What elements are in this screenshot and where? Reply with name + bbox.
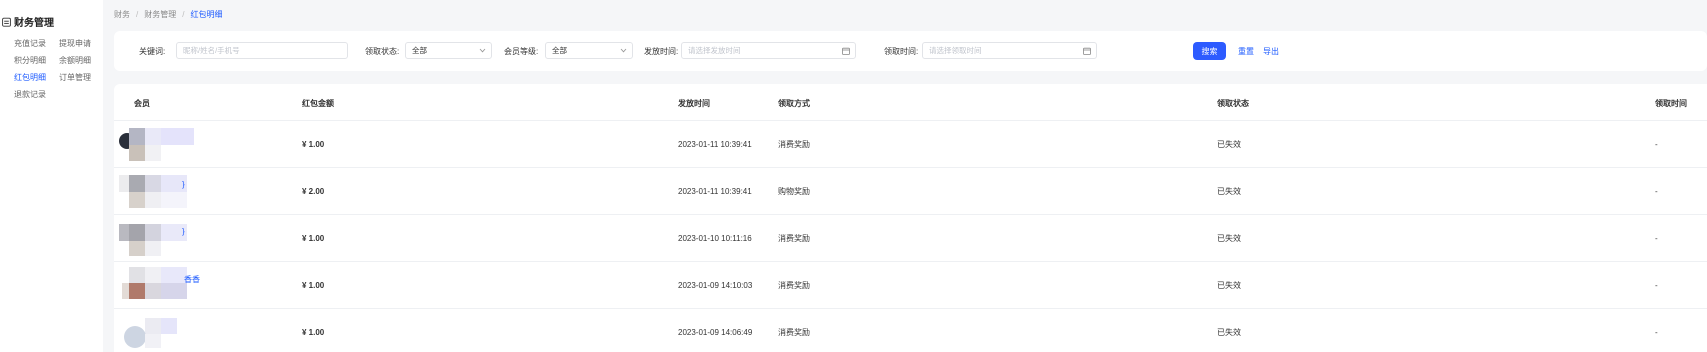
- chevron-down-icon: [479, 48, 486, 53]
- issue-time-picker[interactable]: 请选择发放时间: [681, 42, 856, 59]
- calendar-icon: [1083, 47, 1091, 55]
- breadcrumb: 财务 / 财务管理 / 红包明细: [114, 9, 222, 20]
- breadcrumb-finance[interactable]: 财务: [114, 9, 130, 20]
- issue-time-placeholder: 请选择发放时间: [688, 46, 741, 55]
- member-name[interactable]: }: [182, 180, 185, 189]
- claim-time-picker[interactable]: 请选择领取时间: [922, 42, 1097, 59]
- claim-status-value: 全部: [412, 46, 427, 55]
- claim-status-cell: 已失效: [1217, 328, 1241, 337]
- claim-method-cell: 消费奖励: [778, 234, 810, 243]
- member-level-label: 会员等级:: [504, 47, 539, 56]
- column-header-issue-time: 发放时间: [678, 99, 710, 108]
- claim-status-label: 领取状态:: [365, 47, 400, 56]
- filter-panel: 关键词: 昵称/姓名/手机号 领取状态: 全部 会员等级: 全部 发放时间: 请…: [114, 31, 1707, 71]
- chevron-down-icon: [620, 48, 627, 53]
- table-row: } ¥ 2.00 2023-01-11 10:39:41 购物奖励 已失效 -: [114, 167, 1707, 214]
- sidebar-title-text: 财务管理: [14, 18, 54, 29]
- claim-time-label: 领取时间:: [884, 47, 919, 56]
- member-name[interactable]: 香香: [184, 274, 200, 285]
- amount-cell: ¥ 1.00: [302, 281, 325, 290]
- issue-time-label: 发放时间:: [644, 47, 679, 56]
- claim-time-cell: -: [1655, 234, 1658, 243]
- keyword-placeholder: 昵称/姓名/手机号: [183, 46, 240, 55]
- reset-button[interactable]: 重置: [1238, 46, 1254, 57]
- issue-time-cell: 2023-01-09 14:10:03: [678, 281, 753, 290]
- member-avatar-blurred: [119, 267, 194, 303]
- member-avatar-blurred: [119, 220, 194, 256]
- keyword-input[interactable]: 昵称/姓名/手机号: [176, 42, 348, 59]
- claim-time-cell: -: [1655, 187, 1658, 196]
- amount-cell: ¥ 1.00: [302, 234, 325, 243]
- breadcrumb-separator: /: [136, 10, 139, 19]
- column-header-member: 会员: [134, 99, 150, 108]
- keyword-label: 关键词:: [139, 47, 166, 56]
- sidebar-item-red-packet-details[interactable]: 红包明细: [14, 71, 59, 84]
- member-level-select[interactable]: 全部: [545, 42, 633, 59]
- claim-time-cell: -: [1655, 140, 1658, 149]
- claim-method-cell: 购物奖励: [778, 187, 810, 196]
- claim-method-cell: 消费奖励: [778, 328, 810, 337]
- breadcrumb-current: 红包明细: [190, 10, 223, 19]
- issue-time-cell: 2023-01-10 10:11:16: [678, 234, 752, 243]
- claim-method-cell: 消费奖励: [778, 140, 810, 149]
- column-header-claim-time: 领取时间: [1655, 99, 1687, 108]
- red-packet-table: 会员 红包金额 发放时间 领取方式 领取状态 领取时间 ¥ 1.00 2023-…: [114, 84, 1707, 352]
- claim-time-cell: -: [1655, 281, 1658, 290]
- wallet-icon: [2, 17, 11, 27]
- calendar-icon: [842, 47, 850, 55]
- claim-status-cell: 已失效: [1217, 281, 1241, 290]
- claim-time-placeholder: 请选择领取时间: [929, 46, 982, 55]
- issue-time-cell: 2023-01-09 14:06:49: [678, 328, 753, 337]
- table-row: 香香 ¥ 1.00 2023-01-09 14:10:03 消费奖励 已失效 -: [114, 261, 1707, 308]
- claim-status-cell: 已失效: [1217, 234, 1241, 243]
- sidebar: 财务管理 充值记录 提现申请 积分明细 余额明细 红包明细 订单管理 退款记录: [0, 0, 103, 352]
- sidebar-item-balance-details[interactable]: 余额明细: [59, 54, 104, 67]
- issue-time-cell: 2023-01-11 10:39:41: [678, 140, 752, 149]
- member-name[interactable]: }: [182, 227, 185, 236]
- table-row: ¥ 1.00 2023-01-11 10:39:41 消费奖励 已失效 -: [114, 120, 1707, 167]
- sidebar-item-points-details[interactable]: 积分明细: [14, 54, 59, 67]
- member-avatar-blurred: [119, 173, 194, 209]
- sidebar-item-refund-records[interactable]: 退款记录: [14, 88, 59, 101]
- claim-status-select[interactable]: 全部: [405, 42, 492, 59]
- breadcrumb-finance-management[interactable]: 财务管理: [144, 9, 176, 20]
- search-button[interactable]: 搜索: [1193, 42, 1226, 60]
- sidebar-menu: 充值记录 提现申请 积分明细 余额明细 红包明细 订单管理 退款记录: [14, 37, 104, 101]
- member-level-value: 全部: [552, 46, 567, 55]
- member-avatar-blurred: [119, 314, 194, 350]
- sidebar-item-order-management[interactable]: 订单管理: [59, 71, 104, 84]
- member-avatar-blurred: [119, 126, 194, 162]
- claim-status-cell: 已失效: [1217, 140, 1241, 149]
- claim-method-cell: 消费奖励: [778, 281, 810, 290]
- sidebar-title: 财务管理: [2, 14, 54, 29]
- sidebar-item-withdraw-requests[interactable]: 提现申请: [59, 37, 104, 50]
- claim-status-cell: 已失效: [1217, 187, 1241, 196]
- claim-time-cell: -: [1655, 328, 1658, 337]
- table-row: ¥ 1.00 2023-01-09 14:06:49 消费奖励 已失效 -: [114, 308, 1707, 352]
- column-header-claim-status: 领取状态: [1217, 99, 1249, 108]
- amount-cell: ¥ 2.00: [302, 187, 325, 196]
- table-row: } ¥ 1.00 2023-01-10 10:11:16 消费奖励 已失效 -: [114, 214, 1707, 261]
- amount-cell: ¥ 1.00: [302, 140, 325, 149]
- column-header-amount: 红包金额: [302, 99, 334, 108]
- export-button[interactable]: 导出: [1263, 46, 1279, 57]
- issue-time-cell: 2023-01-11 10:39:41: [678, 187, 752, 196]
- amount-cell: ¥ 1.00: [302, 328, 325, 337]
- sidebar-item-recharge-records[interactable]: 充值记录: [14, 37, 59, 50]
- column-header-claim-method: 领取方式: [778, 99, 810, 108]
- breadcrumb-separator: /: [182, 10, 185, 19]
